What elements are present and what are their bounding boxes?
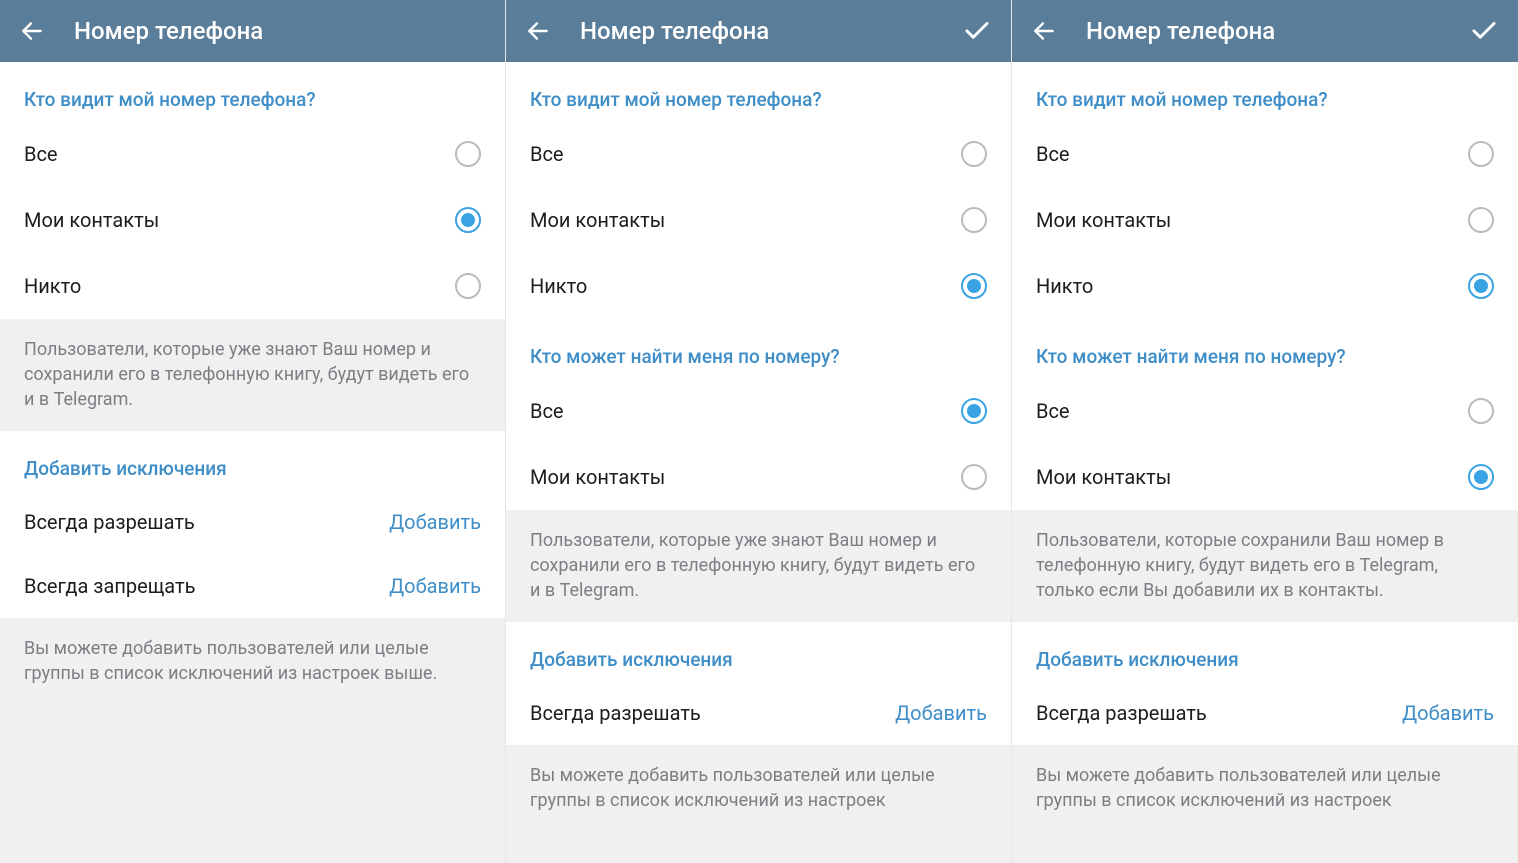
exception-label: Всегда разрешать: [530, 701, 701, 725]
radio-icon: [1468, 141, 1494, 167]
section-exceptions-title: Добавить исключения: [1012, 622, 1518, 681]
section-who-sees-title: Кто видит мой номер телефона?: [1012, 62, 1518, 121]
info-text: Вы можете добавить пользователей или цел…: [506, 745, 1011, 863]
option-my-contacts[interactable]: Мои контакты: [0, 187, 505, 253]
option-nobody[interactable]: Никто: [506, 253, 1011, 319]
exception-always-allow[interactable]: Всегда разрешать Добавить: [1012, 681, 1518, 745]
info-text: Пользователи, которые уже знают Ваш номе…: [0, 319, 505, 431]
option-label: Мои контакты: [530, 208, 665, 232]
option-label: Никто: [24, 274, 81, 298]
settings-panel-1: Номер телефона Кто видит мой номер телеф…: [0, 0, 506, 863]
settings-panel-3: Номер телефона Кто видит мой номер телеф…: [1012, 0, 1518, 863]
option-find-my-contacts[interactable]: Мои контакты: [506, 444, 1011, 510]
page-title: Номер телефона: [74, 17, 487, 45]
section-exceptions-title: Добавить исключения: [0, 431, 505, 490]
exception-action: Добавить: [1402, 701, 1494, 725]
section-who-finds-title: Кто может найти меня по номеру?: [506, 319, 1011, 378]
exception-label: Всегда разрешать: [1036, 701, 1207, 725]
exception-always-deny[interactable]: Всегда запрещать Добавить: [0, 554, 505, 618]
header: Номер телефона: [1012, 0, 1518, 62]
option-everyone[interactable]: Все: [1012, 121, 1518, 187]
radio-icon: [961, 141, 987, 167]
radio-icon: [1468, 464, 1494, 490]
back-arrow-icon[interactable]: [524, 17, 552, 45]
radio-icon: [961, 273, 987, 299]
confirm-check-icon[interactable]: [961, 15, 993, 47]
radio-icon: [455, 207, 481, 233]
exception-label: Всегда разрешать: [24, 510, 195, 534]
option-label: Все: [530, 142, 564, 166]
page-title: Номер телефона: [580, 17, 961, 45]
info-text: Пользователи, которые уже знают Ваш номе…: [506, 510, 1011, 622]
exception-action: Добавить: [389, 510, 481, 534]
option-find-everyone[interactable]: Все: [1012, 378, 1518, 444]
header: Номер телефона: [0, 0, 505, 62]
exception-action: Добавить: [895, 701, 987, 725]
option-label: Никто: [1036, 274, 1093, 298]
option-label: Все: [1036, 142, 1070, 166]
radio-icon: [455, 273, 481, 299]
option-everyone[interactable]: Все: [506, 121, 1011, 187]
exception-action: Добавить: [389, 574, 481, 598]
radio-icon: [1468, 398, 1494, 424]
option-nobody[interactable]: Никто: [1012, 253, 1518, 319]
option-everyone[interactable]: Все: [0, 121, 505, 187]
exception-label: Всегда запрещать: [24, 574, 195, 598]
radio-icon: [455, 141, 481, 167]
option-find-my-contacts[interactable]: Мои контакты: [1012, 444, 1518, 510]
header: Номер телефона: [506, 0, 1011, 62]
back-arrow-icon[interactable]: [1030, 17, 1058, 45]
radio-icon: [961, 207, 987, 233]
option-label: Все: [530, 399, 564, 423]
option-my-contacts[interactable]: Мои контакты: [1012, 187, 1518, 253]
radio-icon: [961, 398, 987, 424]
back-arrow-icon[interactable]: [18, 17, 46, 45]
option-label: Мои контакты: [530, 465, 665, 489]
section-who-sees-title: Кто видит мой номер телефона?: [0, 62, 505, 121]
option-my-contacts[interactable]: Мои контакты: [506, 187, 1011, 253]
section-who-finds-title: Кто может найти меня по номеру?: [1012, 319, 1518, 378]
page-title: Номер телефона: [1086, 17, 1468, 45]
radio-icon: [1468, 207, 1494, 233]
section-exceptions-title: Добавить исключения: [506, 622, 1011, 681]
info-text: Вы можете добавить пользователей или цел…: [1012, 745, 1518, 863]
option-label: Все: [1036, 399, 1070, 423]
radio-icon: [961, 464, 987, 490]
option-label: Мои контакты: [1036, 465, 1171, 489]
option-find-everyone[interactable]: Все: [506, 378, 1011, 444]
option-label: Все: [24, 142, 58, 166]
info-text: Вы можете добавить пользователей или цел…: [0, 618, 505, 863]
info-text: Пользователи, которые сохранили Ваш номе…: [1012, 510, 1518, 622]
exception-always-allow[interactable]: Всегда разрешать Добавить: [0, 490, 505, 554]
option-label: Мои контакты: [24, 208, 159, 232]
option-label: Никто: [530, 274, 587, 298]
option-nobody[interactable]: Никто: [0, 253, 505, 319]
section-who-sees-title: Кто видит мой номер телефона?: [506, 62, 1011, 121]
exception-always-allow[interactable]: Всегда разрешать Добавить: [506, 681, 1011, 745]
confirm-check-icon[interactable]: [1468, 15, 1500, 47]
settings-panel-2: Номер телефона Кто видит мой номер телеф…: [506, 0, 1012, 863]
option-label: Мои контакты: [1036, 208, 1171, 232]
radio-icon: [1468, 273, 1494, 299]
